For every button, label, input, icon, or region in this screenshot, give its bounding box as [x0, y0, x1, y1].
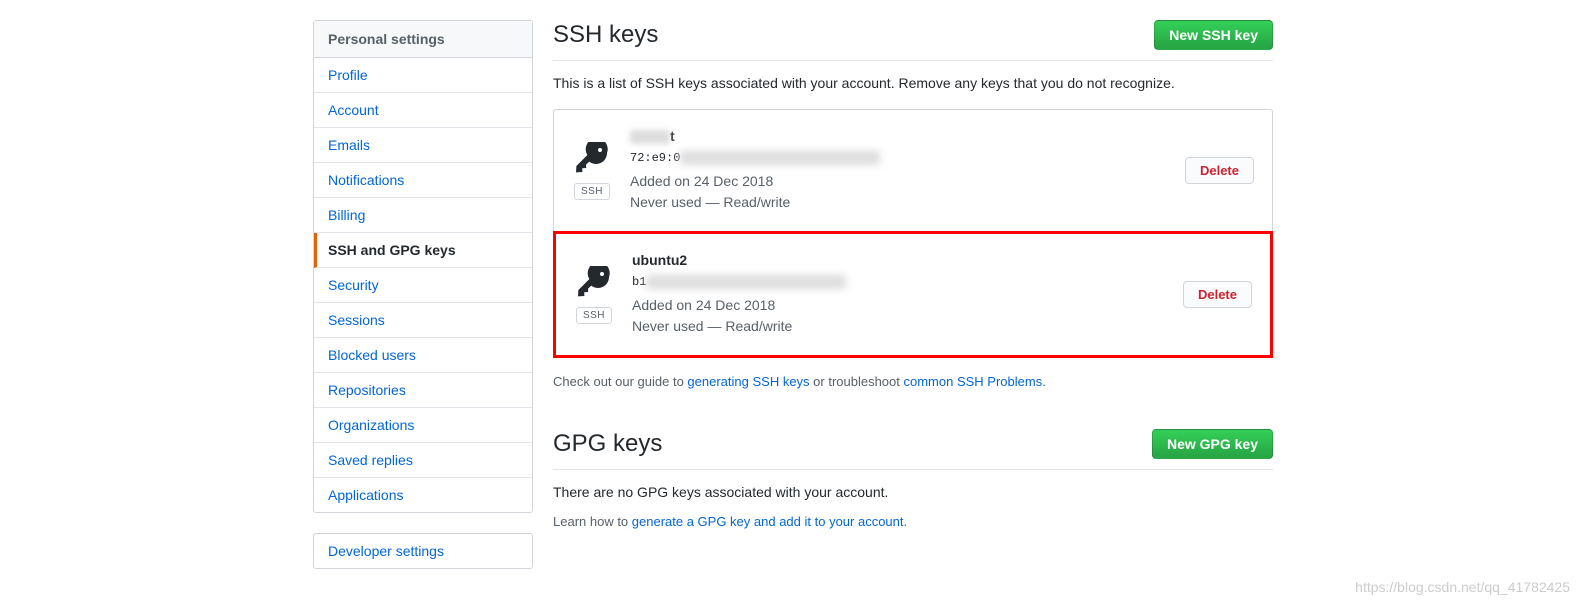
key-info: t 72:e9:0 Added on 24 Dec 2018 Never use… — [630, 128, 1173, 213]
generating-ssh-keys-link[interactable]: generating SSH keys — [687, 374, 809, 389]
key-title: t — [630, 128, 1173, 144]
ssh-title: SSH keys — [553, 21, 658, 49]
redacted — [646, 275, 846, 289]
main-content: SSH keys New SSH key This is a list of S… — [553, 20, 1273, 589]
key-icon — [576, 142, 608, 177]
generate-gpg-key-link[interactable]: generate a GPG key and add it to your ac… — [632, 514, 904, 529]
sidebar-item-blocked-users[interactable]: Blocked users — [314, 338, 532, 373]
delete-key-button[interactable]: Delete — [1185, 157, 1254, 184]
sidebar-item-developer-settings[interactable]: Developer settings — [314, 534, 532, 568]
key-type-badge: SSH — [574, 183, 610, 200]
sidebar-item-ssh-gpg-keys[interactable]: SSH and GPG keys — [314, 233, 532, 268]
key-fingerprint: b1 — [632, 275, 846, 289]
gpg-empty-text: There are no GPG keys associated with yo… — [553, 484, 1273, 500]
key-icon — [578, 266, 610, 301]
key-added: Added on 24 Dec 2018 — [630, 171, 1173, 192]
key-usage: Never used — Read/write — [632, 316, 1171, 337]
ssh-section-header: SSH keys New SSH key — [553, 20, 1273, 61]
ssh-key-row-highlighted: SSH ubuntu2 b1 Added on 24 Dec 2018 Neve… — [553, 231, 1273, 358]
sidebar-item-account[interactable]: Account — [314, 93, 532, 128]
key-icon-wrap: SSH — [572, 142, 612, 200]
key-info: ubuntu2 b1 Added on 24 Dec 2018 Never us… — [632, 252, 1171, 337]
gpg-learn-note: Learn how to generate a GPG key and add … — [553, 514, 1273, 529]
sidebar-item-notifications[interactable]: Notifications — [314, 163, 532, 198]
sidebar-item-saved-replies[interactable]: Saved replies — [314, 443, 532, 478]
key-type-badge: SSH — [576, 307, 612, 324]
new-ssh-key-button[interactable]: New SSH key — [1154, 20, 1273, 50]
settings-sidebar: Personal settings Profile Account Emails… — [313, 20, 533, 589]
ssh-keys-list: SSH t 72:e9:0 Added on 24 Dec 2018 Never… — [553, 109, 1273, 358]
new-gpg-key-button[interactable]: New GPG key — [1152, 429, 1273, 459]
key-added: Added on 24 Dec 2018 — [632, 295, 1171, 316]
ssh-footer-note: Check out our guide to generating SSH ke… — [553, 374, 1273, 389]
redacted — [680, 151, 880, 165]
common-ssh-problems-link[interactable]: common SSH Problems — [904, 374, 1043, 389]
sidebar-item-sessions[interactable]: Sessions — [314, 303, 532, 338]
sidebar-item-applications[interactable]: Applications — [314, 478, 532, 512]
key-icon-wrap: SSH — [574, 266, 614, 324]
sidebar-item-repositories[interactable]: Repositories — [314, 373, 532, 408]
key-fingerprint: 72:e9:0 — [630, 151, 880, 165]
key-title: ubuntu2 — [632, 252, 1171, 268]
sidebar-header: Personal settings — [314, 21, 532, 58]
sidebar-item-billing[interactable]: Billing — [314, 198, 532, 233]
developer-settings-group: Developer settings — [313, 533, 533, 569]
ssh-key-row: SSH t 72:e9:0 Added on 24 Dec 2018 Never… — [554, 110, 1272, 232]
watermark: https://blog.csdn.net/qq_41782425 — [1355, 579, 1570, 595]
redacted — [630, 130, 670, 144]
ssh-desc: This is a list of SSH keys associated wi… — [553, 75, 1273, 91]
key-usage: Never used — Read/write — [630, 192, 1173, 213]
sidebar-item-security[interactable]: Security — [314, 268, 532, 303]
sidebar-item-organizations[interactable]: Organizations — [314, 408, 532, 443]
sidebar-item-profile[interactable]: Profile — [314, 58, 532, 93]
personal-settings-group: Personal settings Profile Account Emails… — [313, 20, 533, 513]
delete-key-button[interactable]: Delete — [1183, 281, 1252, 308]
gpg-title: GPG keys — [553, 430, 662, 458]
sidebar-item-emails[interactable]: Emails — [314, 128, 532, 163]
gpg-section-header: GPG keys New GPG key — [553, 429, 1273, 470]
